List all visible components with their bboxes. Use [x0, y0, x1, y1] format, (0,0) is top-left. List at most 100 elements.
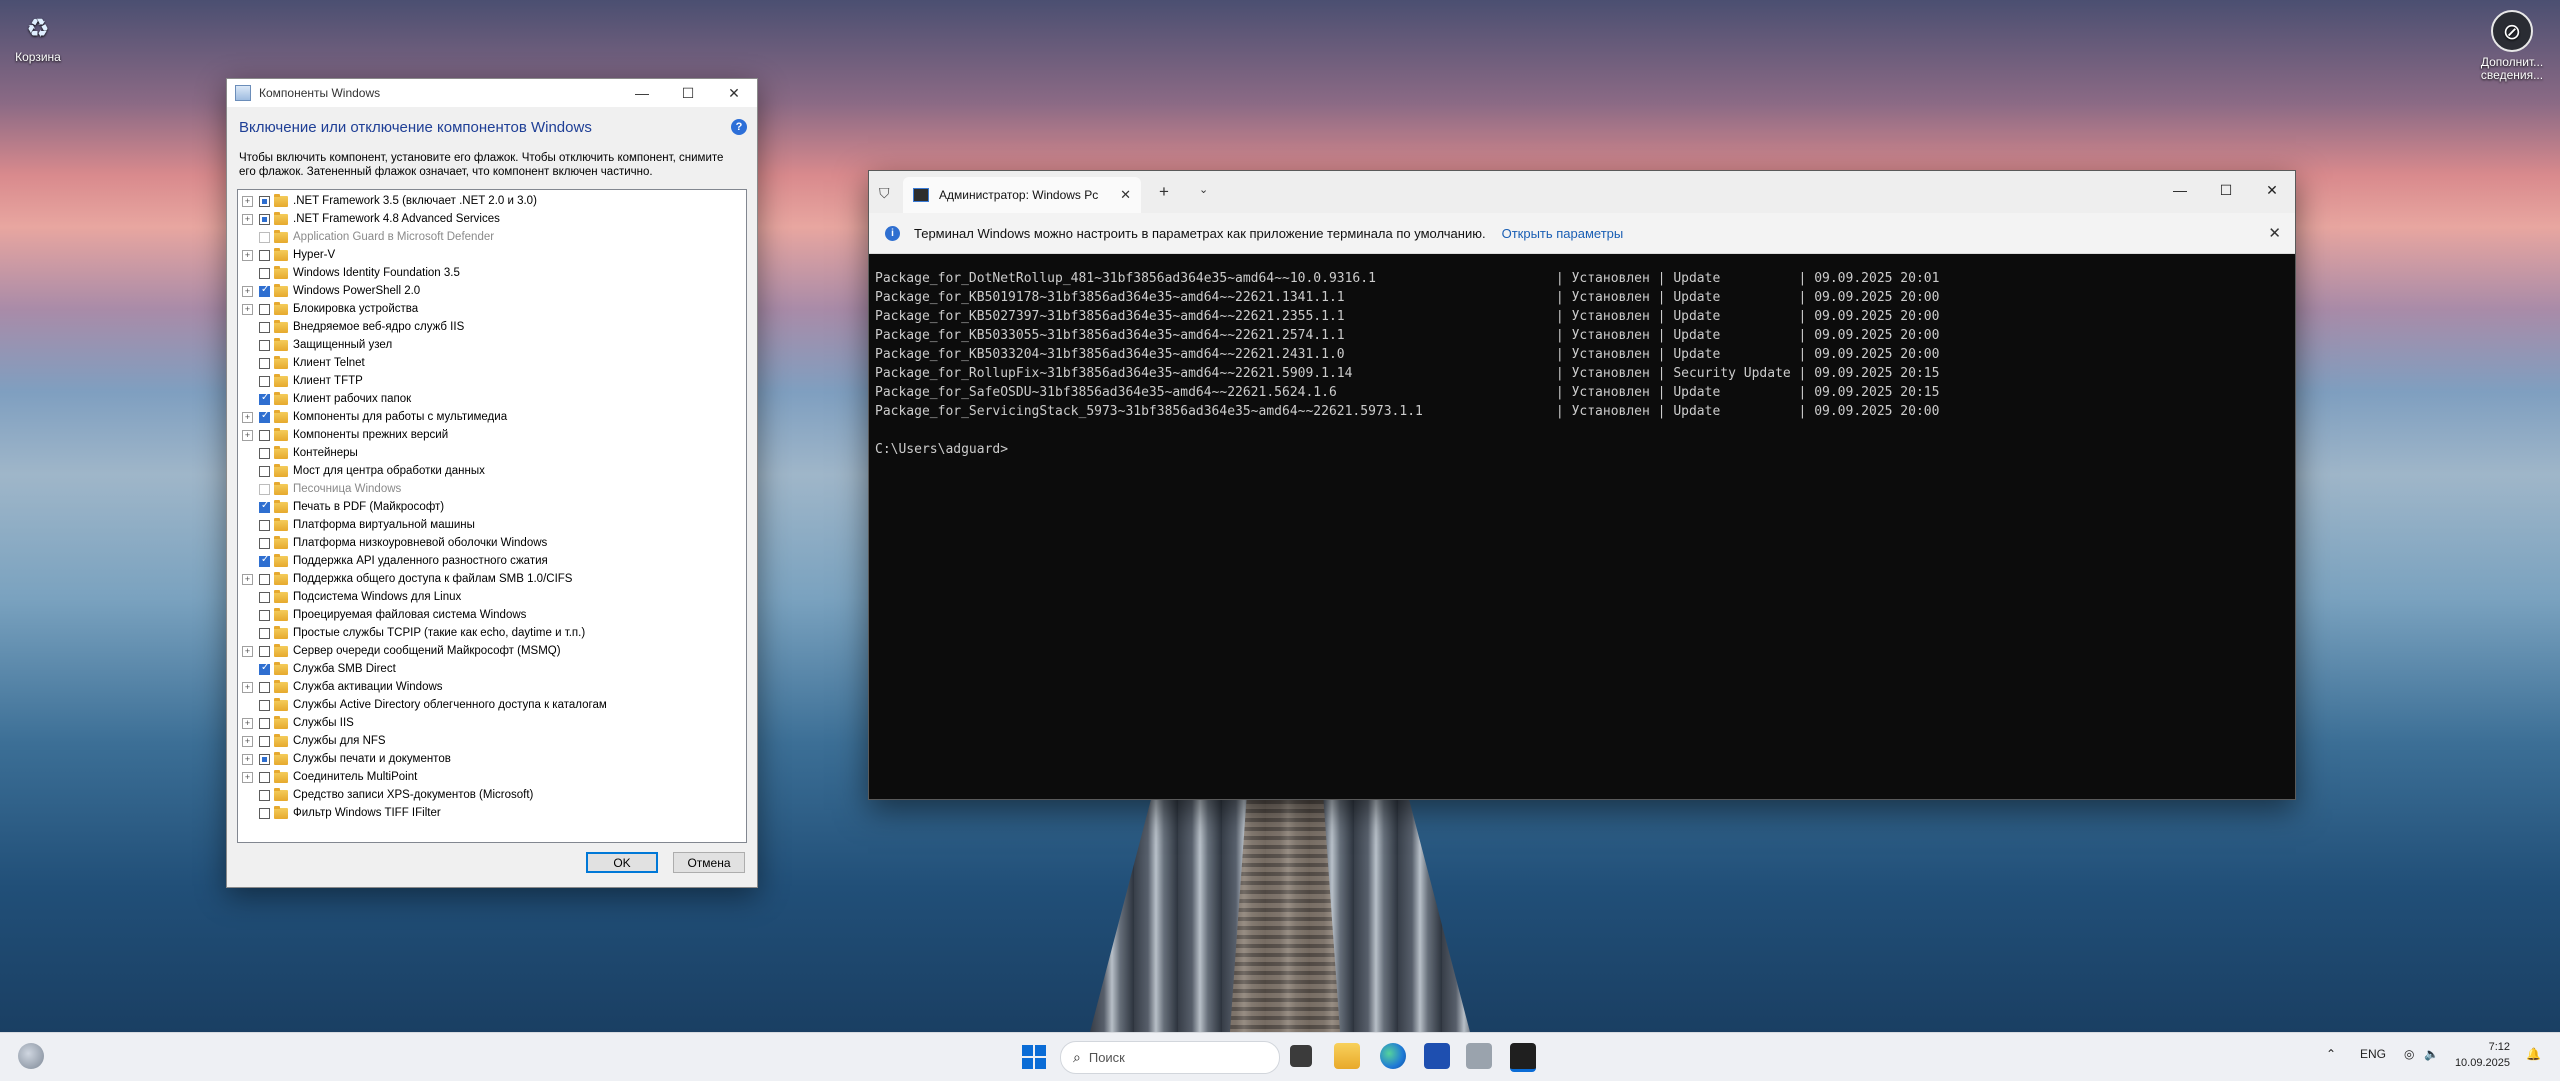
feature-row[interactable]: + Службы печати и документов — [238, 750, 451, 768]
file-explorer-icon[interactable] — [1334, 1043, 1360, 1069]
feature-row[interactable]: + .NET Framework 4.8 Advanced Services — [238, 210, 500, 228]
dialog-titlebar[interactable]: Компоненты Windows — ☐ ✕ — [227, 79, 757, 107]
feature-checkbox[interactable] — [259, 573, 270, 585]
feature-row[interactable]: Внедряемое веб-ядро служб IIS — [238, 318, 464, 336]
feature-checkbox[interactable] — [259, 284, 270, 297]
feature-row[interactable]: + Блокировка устройства — [238, 300, 418, 318]
maximize-button[interactable]: ☐ — [665, 79, 711, 107]
feature-row[interactable]: Песочница Windows — [238, 480, 401, 498]
tab-close-icon[interactable]: ✕ — [1120, 187, 1131, 203]
expand-plus-icon[interactable]: + — [242, 303, 253, 315]
feature-row[interactable]: Мост для центра обработки данных — [238, 462, 485, 480]
feature-row[interactable]: Фильтр Windows TIFF IFilter — [238, 804, 441, 822]
feature-checkbox[interactable] — [259, 645, 270, 657]
feature-checkbox[interactable] — [259, 321, 270, 333]
start-button[interactable] — [1022, 1045, 1046, 1069]
info-close-icon[interactable]: ✕ — [2268, 224, 2281, 242]
feature-checkbox[interactable] — [259, 392, 270, 405]
desktop-icon-recycle-bin[interactable]: ♻ Корзина — [6, 10, 70, 65]
feature-checkbox[interactable] — [259, 357, 270, 369]
feature-checkbox[interactable] — [259, 627, 270, 639]
feature-row[interactable]: Application Guard в Microsoft Defender — [238, 228, 494, 246]
terminal-console[interactable]: Package_for_DotNetRollup_481~31bf3856ad3… — [869, 267, 2295, 797]
feature-checkbox[interactable] — [259, 195, 270, 207]
feature-row[interactable]: Клиент Telnet — [238, 354, 365, 372]
feature-row[interactable]: + Сервер очереди сообщений Майкрософт (MS… — [238, 642, 561, 660]
task-view-icon[interactable] — [1290, 1045, 1312, 1067]
expand-plus-icon[interactable]: + — [242, 735, 253, 747]
feature-row[interactable]: + Поддержка общего доступа к файлам SMB 1… — [238, 570, 572, 588]
feature-checkbox[interactable] — [259, 375, 270, 387]
expand-plus-icon[interactable]: + — [242, 573, 253, 585]
feature-row[interactable]: Контейнеры — [238, 444, 358, 462]
feature-row[interactable]: Защищенный узел — [238, 336, 392, 354]
taskbar-search[interactable]: ⌕ Поиск — [1060, 1041, 1280, 1074]
feature-checkbox[interactable] — [259, 807, 270, 819]
feature-checkbox[interactable] — [259, 699, 270, 711]
notification-bell-icon[interactable]: 🔔 — [2526, 1047, 2541, 1061]
feature-checkbox[interactable] — [259, 213, 270, 225]
feature-row[interactable]: Windows Identity Foundation 3.5 — [238, 264, 460, 282]
feature-row[interactable]: + Компоненты для работы с мультимедиа — [238, 408, 507, 426]
features-tree[interactable]: + .NET Framework 3.5 (включает .NET 2.0 и… — [237, 189, 747, 843]
expand-plus-icon[interactable]: + — [242, 717, 253, 729]
feature-checkbox[interactable] — [259, 519, 270, 531]
feature-checkbox[interactable] — [259, 303, 270, 315]
expand-plus-icon[interactable]: + — [242, 285, 253, 297]
taskbar-clock[interactable]: 7:12 10.09.2025 — [2440, 1039, 2510, 1071]
expand-plus-icon[interactable]: + — [242, 195, 253, 207]
network-icon[interactable]: ◎ — [2404, 1047, 2414, 1061]
feature-row[interactable]: + Hyper-V — [238, 246, 335, 264]
control-panel-icon[interactable] — [1466, 1043, 1492, 1069]
ok-button[interactable]: OK — [586, 852, 658, 873]
feature-checkbox[interactable] — [259, 429, 270, 441]
feature-row[interactable]: Службы Active Directory облегченного дос… — [238, 696, 607, 714]
expand-plus-icon[interactable]: + — [242, 429, 253, 441]
new-tab-button[interactable]: + — [1159, 182, 1169, 202]
feature-row[interactable]: Платформа низкоуровневой оболочки Window… — [238, 534, 547, 552]
expand-plus-icon[interactable]: + — [242, 645, 253, 657]
feature-checkbox[interactable] — [259, 753, 270, 765]
expand-plus-icon[interactable]: + — [242, 213, 253, 225]
help-button[interactable]: ? — [731, 119, 747, 135]
feature-checkbox[interactable] — [259, 267, 270, 279]
feature-row[interactable]: + Соединитель MultiPoint — [238, 768, 417, 786]
minimize-button[interactable]: — — [619, 79, 665, 107]
open-settings-link[interactable]: Открыть параметры — [1502, 226, 1624, 241]
feature-row[interactable]: Средство записи XPS-документов (Microsof… — [238, 786, 533, 804]
feature-row[interactable]: + Windows PowerShell 2.0 — [238, 282, 420, 300]
store-icon[interactable] — [1424, 1043, 1450, 1069]
feature-checkbox[interactable] — [259, 537, 270, 549]
close-button[interactable]: ✕ — [711, 79, 757, 107]
feature-checkbox[interactable] — [259, 465, 270, 477]
feature-row[interactable]: + Служба активации Windows — [238, 678, 443, 696]
feature-row[interactable]: + Службы для NFS — [238, 732, 386, 750]
feature-checkbox[interactable] — [259, 249, 270, 261]
feature-row[interactable]: Проецируемая файловая система Windows — [238, 606, 526, 624]
terminal-minimize-button[interactable]: — — [2157, 171, 2203, 209]
terminal-tab[interactable]: Администратор: Windows Pc ✕ — [903, 177, 1141, 213]
desktop-icon-additional-info[interactable]: ⊘ Дополнит... сведения... — [2470, 10, 2554, 82]
feature-checkbox[interactable] — [259, 609, 270, 621]
language-indicator[interactable]: ENG — [2360, 1047, 2386, 1061]
terminal-tabbar[interactable]: ⛉ Администратор: Windows Pc ✕ + ⌄ — ☐ ✕ — [869, 171, 2295, 213]
chevron-down-icon[interactable]: ⌄ — [1199, 183, 1208, 196]
chevron-up-icon[interactable]: ⌃ — [2326, 1047, 2336, 1061]
feature-checkbox[interactable] — [259, 662, 270, 675]
expand-plus-icon[interactable]: + — [242, 249, 253, 261]
feature-row[interactable]: Печать в PDF (Майкрософт) — [238, 498, 444, 516]
feature-checkbox[interactable] — [259, 410, 270, 423]
widgets-button[interactable] — [18, 1043, 44, 1069]
expand-plus-icon[interactable]: + — [242, 411, 253, 423]
terminal-taskbar-icon[interactable] — [1510, 1043, 1536, 1072]
expand-plus-icon[interactable]: + — [242, 681, 253, 693]
feature-checkbox[interactable] — [259, 447, 270, 459]
feature-row[interactable]: Служба SMB Direct — [238, 660, 396, 678]
feature-checkbox[interactable] — [259, 789, 270, 801]
feature-checkbox[interactable] — [259, 681, 270, 693]
feature-checkbox[interactable] — [259, 500, 270, 513]
feature-row[interactable]: Клиент рабочих папок — [238, 390, 411, 408]
expand-plus-icon[interactable]: + — [242, 771, 253, 783]
volume-icon[interactable]: 🔈 — [2424, 1047, 2439, 1061]
feature-row[interactable]: Клиент TFTP — [238, 372, 363, 390]
